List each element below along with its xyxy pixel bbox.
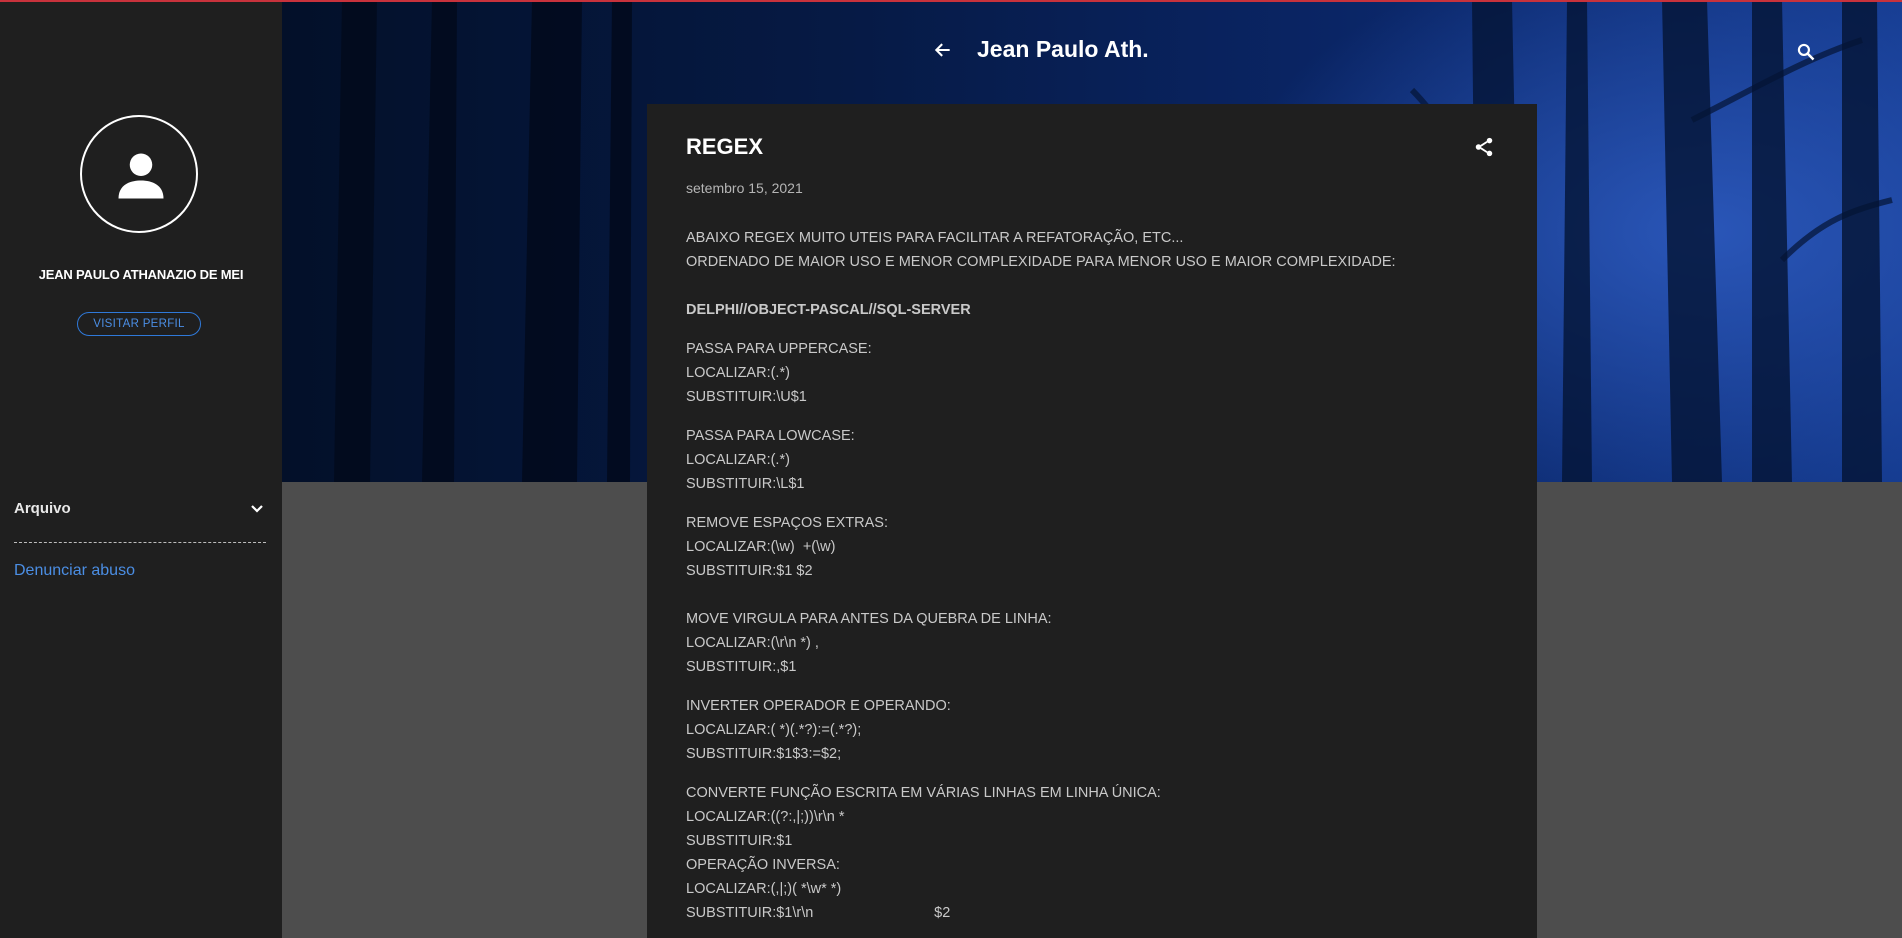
regex-block-title: INVERTER OPERADOR E OPERANDO: <box>686 698 951 714</box>
chevron-down-icon <box>251 505 263 513</box>
regex-block-title: REMOVE ESPAÇOS EXTRAS: <box>686 515 888 531</box>
post-intro-line: ORDENADO DE MAIOR USO E MENOR COMPLEXIDA… <box>686 254 1396 270</box>
post-date: setembro 15, 2021 <box>686 180 803 196</box>
regex-block-title: PASSA PARA LOWCASE: <box>686 428 855 444</box>
divider <box>14 542 266 543</box>
regex-block: INVERTER OPERADOR E OPERANDO: LOCALIZAR:… <box>686 694 1506 766</box>
post-intro-line: ABAIXO REGEX MUITO UTEIS PARA FACILITAR … <box>686 230 1184 246</box>
post-body: ABAIXO REGEX MUITO UTEIS PARA FACILITAR … <box>686 226 1506 925</box>
regex-replace: SUBSTITUIR:$1\r\n $2 <box>686 905 951 921</box>
regex-find: LOCALIZAR:( *)(.*?):=(.*?); <box>686 722 862 738</box>
profile-name: JEAN PAULO ATHANAZIO DE MEI <box>38 267 244 282</box>
share-icon[interactable] <box>1473 136 1495 158</box>
post-title: REGEX <box>686 134 764 159</box>
regex-replace: SUBSTITUIR:$1 <box>686 833 793 849</box>
regex-inverse-title: OPERAÇÃO INVERSA: <box>686 857 840 873</box>
regex-block: REMOVE ESPAÇOS EXTRAS: LOCALIZAR:(\w) +(… <box>686 511 1506 583</box>
post-card: REGEX setembro 15, 2021 ABAIXO REGEX MUI… <box>647 104 1537 938</box>
regex-replace: SUBSTITUIR:,$1 <box>686 659 797 675</box>
avatar[interactable] <box>80 115 198 233</box>
archive-label: Arquivo <box>14 500 71 517</box>
blog-title[interactable]: Jean Paulo Ath. <box>977 36 1149 63</box>
regex-replace: SUBSTITUIR:\U$1 <box>686 389 807 405</box>
back-arrow-icon[interactable] <box>933 40 953 60</box>
regex-find: LOCALIZAR:((?:,|;))\r\n * <box>686 809 845 825</box>
person-icon <box>118 153 164 199</box>
sidebar: JEAN PAULO ATHANAZIO DE MEI VISITAR PERF… <box>0 0 282 938</box>
search-icon[interactable] <box>1796 42 1816 62</box>
regex-find: LOCALIZAR:(\w) +(\w) <box>686 539 836 555</box>
regex-find: LOCALIZAR:(.*) <box>686 365 790 381</box>
visit-profile-button[interactable]: VISITAR PERFIL <box>77 312 201 336</box>
regex-block: MOVE VIRGULA PARA ANTES DA QUEBRA DE LIN… <box>686 607 1506 679</box>
regex-block-title: CONVERTE FUNÇÃO ESCRITA EM VÁRIAS LINHAS… <box>686 785 1161 801</box>
regex-block: PASSA PARA LOWCASE: LOCALIZAR:(.*) SUBST… <box>686 424 1506 496</box>
regex-find: LOCALIZAR:(\r\n *) , <box>686 635 819 651</box>
post-section-heading: DELPHI//OBJECT-PASCAL//SQL-SERVER <box>686 302 971 318</box>
regex-block-title: MOVE VIRGULA PARA ANTES DA QUEBRA DE LIN… <box>686 611 1052 627</box>
report-abuse-link[interactable]: Denunciar abuso <box>14 562 135 580</box>
regex-block-title: PASSA PARA UPPERCASE: <box>686 341 872 357</box>
regex-replace: SUBSTITUIR:$1 $2 <box>686 563 813 579</box>
regex-block: CONVERTE FUNÇÃO ESCRITA EM VÁRIAS LINHAS… <box>686 781 1506 925</box>
top-accent-line <box>0 0 1902 2</box>
regex-replace: SUBSTITUIR:$1$3:=$2; <box>686 746 842 762</box>
archive-toggle[interactable]: Arquivo <box>14 500 266 522</box>
regex-find: LOCALIZAR:(,|;)( *\w* *) <box>686 881 842 897</box>
regex-replace: SUBSTITUIR:\L$1 <box>686 476 805 492</box>
regex-block: PASSA PARA UPPERCASE: LOCALIZAR:(.*) SUB… <box>686 337 1506 409</box>
regex-find: LOCALIZAR:(.*) <box>686 452 790 468</box>
